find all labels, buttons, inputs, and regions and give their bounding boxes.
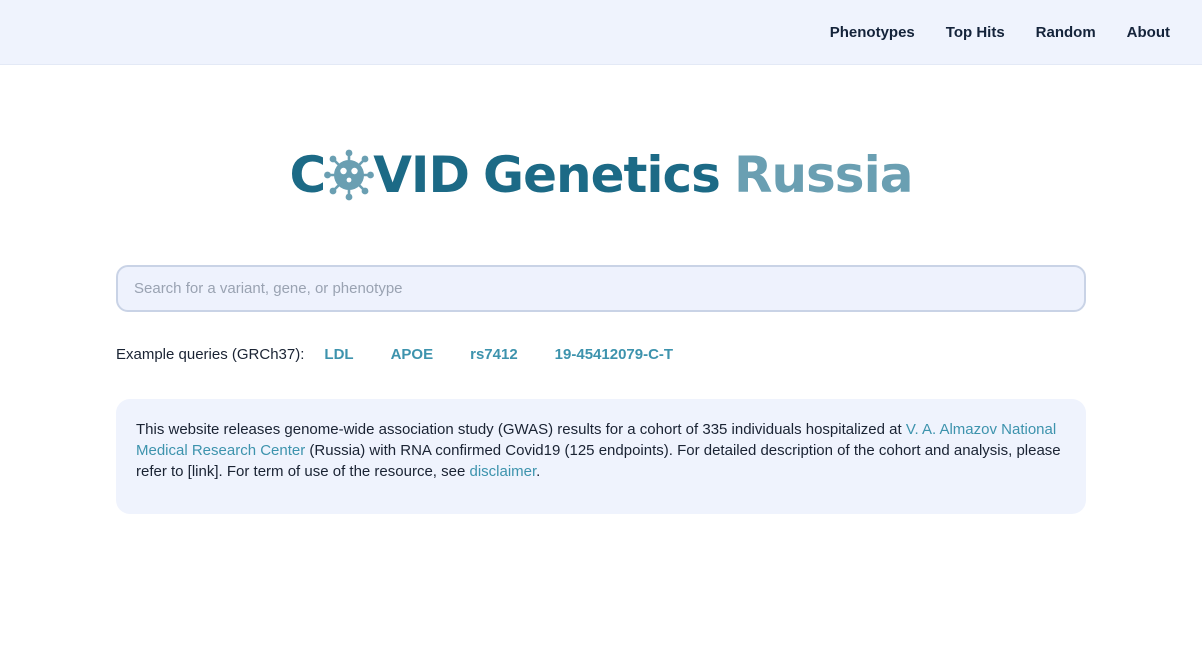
logo-letters-vid: VID: [373, 146, 470, 204]
top-navbar: Phenotypes Top Hits Random About: [0, 0, 1202, 65]
disclaimer-link[interactable]: disclaimer: [469, 463, 536, 480]
example-query-variant[interactable]: 19-45412079-C-T: [555, 346, 673, 363]
nav-phenotypes-link[interactable]: Phenotypes: [830, 24, 915, 41]
coronavirus-icon: [324, 145, 375, 205]
example-query-apoe[interactable]: APOE: [391, 346, 434, 363]
info-text-intro: This website releases genome-wide associ…: [136, 421, 906, 438]
main-nav: Phenotypes Top Hits Random About: [799, 0, 1170, 65]
logo-letter-c: C: [289, 146, 327, 204]
example-queries: Example queries (GRCh37): LDL APOE rs741…: [116, 344, 673, 364]
nav-about-link[interactable]: About: [1127, 24, 1170, 41]
example-query-rs7412[interactable]: rs7412: [470, 346, 518, 363]
search-box: [116, 265, 1086, 312]
example-query-ldl[interactable]: LDL: [324, 346, 353, 363]
logo-wordmark: C VID Genetics Russia: [290, 145, 913, 205]
info-text-end: .: [536, 463, 541, 480]
example-queries-label: Example queries (GRCh37):: [116, 345, 305, 363]
site-logo: C VID Genetics Russia: [0, 140, 1202, 210]
info-box: This website releases genome-wide associ…: [116, 399, 1086, 514]
logo-word-russia: Russia: [733, 146, 913, 204]
search-input[interactable]: [118, 267, 1084, 310]
nav-top-hits-link[interactable]: Top Hits: [946, 24, 1005, 41]
nav-random-link[interactable]: Random: [1036, 24, 1096, 41]
logo-word-genetics: Genetics: [483, 146, 721, 204]
